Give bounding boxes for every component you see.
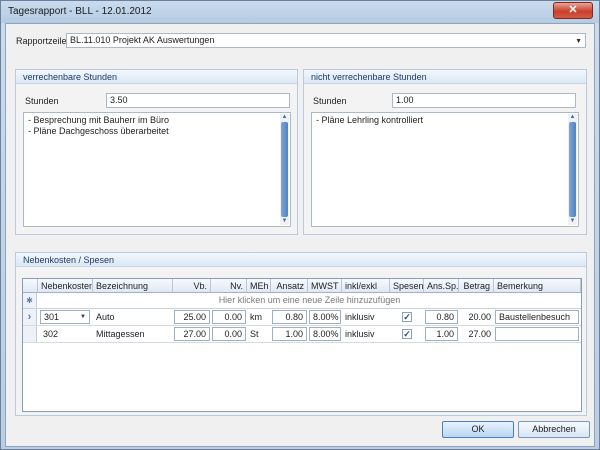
scroll-up-icon[interactable]: ▲ bbox=[568, 114, 577, 121]
bemerkung-cell[interactable] bbox=[495, 327, 579, 341]
column-header-vb[interactable]: Vb. bbox=[173, 279, 211, 293]
rapportzeile-dropdown[interactable]: BL.11.010 Projekt AK Auswertungen ▼ bbox=[66, 33, 586, 48]
vb-cell[interactable]: 25.00 bbox=[174, 310, 210, 324]
rapportzeile-value: BL.11.010 Projekt AK Auswertungen bbox=[70, 35, 215, 45]
close-icon: ✕ bbox=[568, 4, 578, 16]
ansatz-cell[interactable]: 1.00 bbox=[272, 327, 307, 341]
inkl-exkl-cell[interactable]: inklusiv bbox=[342, 327, 390, 341]
spesen-checkbox[interactable]: ✓ bbox=[402, 312, 412, 322]
nebenkosten-group: Nebenkosten / Spesen Nebenkosten Bezeich… bbox=[15, 252, 587, 416]
close-button[interactable]: ✕ bbox=[553, 2, 593, 19]
spesen-checkbox[interactable]: ✓ bbox=[402, 329, 412, 339]
dialog-window: Tagesrapport - BLL - 12.01.2012 ✕ Rappor… bbox=[0, 0, 600, 450]
betrag-cell: 20.00 bbox=[468, 312, 491, 322]
vb-cell[interactable]: 27.00 bbox=[174, 327, 210, 341]
ans-sp-cell[interactable]: 1.00 bbox=[425, 327, 458, 341]
column-header-inkl-exkl[interactable]: inkl/exkl bbox=[342, 279, 390, 293]
column-header-nebenkosten[interactable]: Nebenkosten bbox=[38, 279, 93, 293]
nv-cell[interactable]: 0.00 bbox=[212, 310, 246, 324]
nebenkosten-code[interactable]: 302 bbox=[40, 327, 90, 341]
scroll-down-icon[interactable]: ▼ bbox=[568, 218, 577, 225]
nicht-verrechenbare-notes-text: - Pläne Lehrling kontrolliert bbox=[316, 115, 424, 125]
betrag-cell: 27.00 bbox=[468, 329, 491, 339]
column-header-betrag[interactable]: Betrag bbox=[459, 279, 494, 293]
check-icon: ✓ bbox=[403, 329, 411, 339]
nicht-verrechenbare-notes-scrollbar[interactable]: ▲ ▼ bbox=[568, 114, 577, 225]
dialog-client-area: Rapportzeile BL.11.010 Projekt AK Auswer… bbox=[5, 23, 595, 447]
verrechenbare-notes-memo[interactable]: - Besprechung mit Bauherr im Büro - Plän… bbox=[23, 112, 291, 227]
nebenkosten-code-dropdown[interactable]: 301 ▼ bbox=[40, 310, 90, 324]
ansatz-cell[interactable]: 0.80 bbox=[272, 310, 307, 324]
table-row[interactable]: 301 ▼ Auto 25.00 0.00 km 0.80 8.00% inkl… bbox=[23, 309, 581, 326]
check-icon: ✓ bbox=[403, 312, 411, 322]
bezeichnung-cell[interactable]: Auto bbox=[93, 310, 173, 324]
nicht-verrechenbare-stunden-header: nicht verrechenbare Stunden bbox=[304, 70, 586, 84]
verrechenbare-stunden-input[interactable]: 3.50 bbox=[106, 93, 290, 108]
title-bar[interactable]: Tagesrapport - BLL - 12.01.2012 ✕ bbox=[1, 1, 599, 23]
nebenkosten-header: Nebenkosten / Spesen bbox=[16, 253, 586, 267]
table-row[interactable]: 302 Mittagessen 27.00 0.00 St 1.00 8.00%… bbox=[23, 326, 581, 343]
nv-cell[interactable]: 0.00 bbox=[212, 327, 246, 341]
column-header-mwst[interactable]: MWST bbox=[308, 279, 342, 293]
nicht-verrechenbare-stunden-input[interactable]: 1.00 bbox=[392, 93, 576, 108]
ans-sp-cell[interactable]: 0.80 bbox=[425, 310, 458, 324]
meh-cell[interactable]: St bbox=[247, 327, 271, 341]
bemerkung-cell[interactable]: Baustellenbesuch bbox=[495, 310, 579, 324]
verrechenbare-notes-text: - Besprechung mit Bauherr im Büro - Plän… bbox=[28, 115, 170, 136]
ok-button[interactable]: OK bbox=[442, 421, 514, 438]
nebenkosten-code: 301 bbox=[44, 312, 60, 322]
column-header-spesen[interactable]: Spesen bbox=[390, 279, 424, 293]
rapportzeile-label: Rapportzeile bbox=[16, 36, 67, 46]
nicht-verrechenbare-notes-memo[interactable]: - Pläne Lehrling kontrolliert ▲ ▼ bbox=[311, 112, 579, 227]
chevron-down-icon[interactable]: ▼ bbox=[80, 311, 86, 323]
column-header-meh[interactable]: MEh bbox=[247, 279, 271, 293]
stunden-label: Stunden bbox=[313, 96, 347, 106]
window-title: Tagesrapport - BLL - 12.01.2012 bbox=[8, 6, 152, 17]
bezeichnung-cell[interactable]: Mittagessen bbox=[93, 327, 173, 341]
inkl-exkl-cell[interactable]: inklusiv bbox=[342, 310, 390, 324]
stunden-label: Stunden bbox=[25, 96, 59, 106]
new-row-placeholder[interactable]: Hier klicken um eine neue Zeile hinzuzuf… bbox=[23, 293, 581, 309]
verrechenbare-notes-scrollbar[interactable]: ▲ ▼ bbox=[280, 114, 289, 225]
verrechenbare-stunden-header: verrechenbare Stunden bbox=[16, 70, 297, 84]
cancel-button[interactable]: Abbrechen bbox=[518, 421, 590, 438]
scrollbar-thumb[interactable] bbox=[281, 122, 288, 217]
column-header-ans-sp[interactable]: Ans.Sp. bbox=[424, 279, 459, 293]
scroll-down-icon[interactable]: ▼ bbox=[280, 218, 289, 225]
column-header-bemerkung[interactable]: Bemerkung bbox=[494, 279, 581, 293]
mwst-cell[interactable]: 8.00% bbox=[309, 310, 341, 324]
verrechenbare-stunden-value: 3.50 bbox=[110, 95, 128, 105]
scrollbar-thumb[interactable] bbox=[569, 122, 576, 217]
verrechenbare-stunden-group: verrechenbare Stunden Stunden 3.50 - Bes… bbox=[15, 69, 298, 235]
column-header-bezeichnung[interactable]: Bezeichnung bbox=[93, 279, 173, 293]
nicht-verrechenbare-stunden-group: nicht verrechenbare Stunden Stunden 1.00… bbox=[303, 69, 587, 235]
column-header-ansatz[interactable]: Ansatz bbox=[271, 279, 308, 293]
new-row-hint: Hier klicken um eine neue Zeile hinzuzuf… bbox=[218, 295, 401, 305]
nicht-verrechenbare-stunden-value: 1.00 bbox=[396, 95, 414, 105]
scroll-up-icon[interactable]: ▲ bbox=[280, 114, 289, 121]
column-header-nv[interactable]: Nv. bbox=[211, 279, 247, 293]
chevron-down-icon[interactable]: ▼ bbox=[575, 35, 582, 47]
nebenkosten-grid: Nebenkosten Bezeichnung Vb. Nv. MEh Ansa… bbox=[22, 278, 582, 412]
meh-cell[interactable]: km bbox=[247, 310, 271, 324]
grid-indicator-header bbox=[23, 279, 38, 293]
mwst-cell[interactable]: 8.00% bbox=[309, 327, 341, 341]
